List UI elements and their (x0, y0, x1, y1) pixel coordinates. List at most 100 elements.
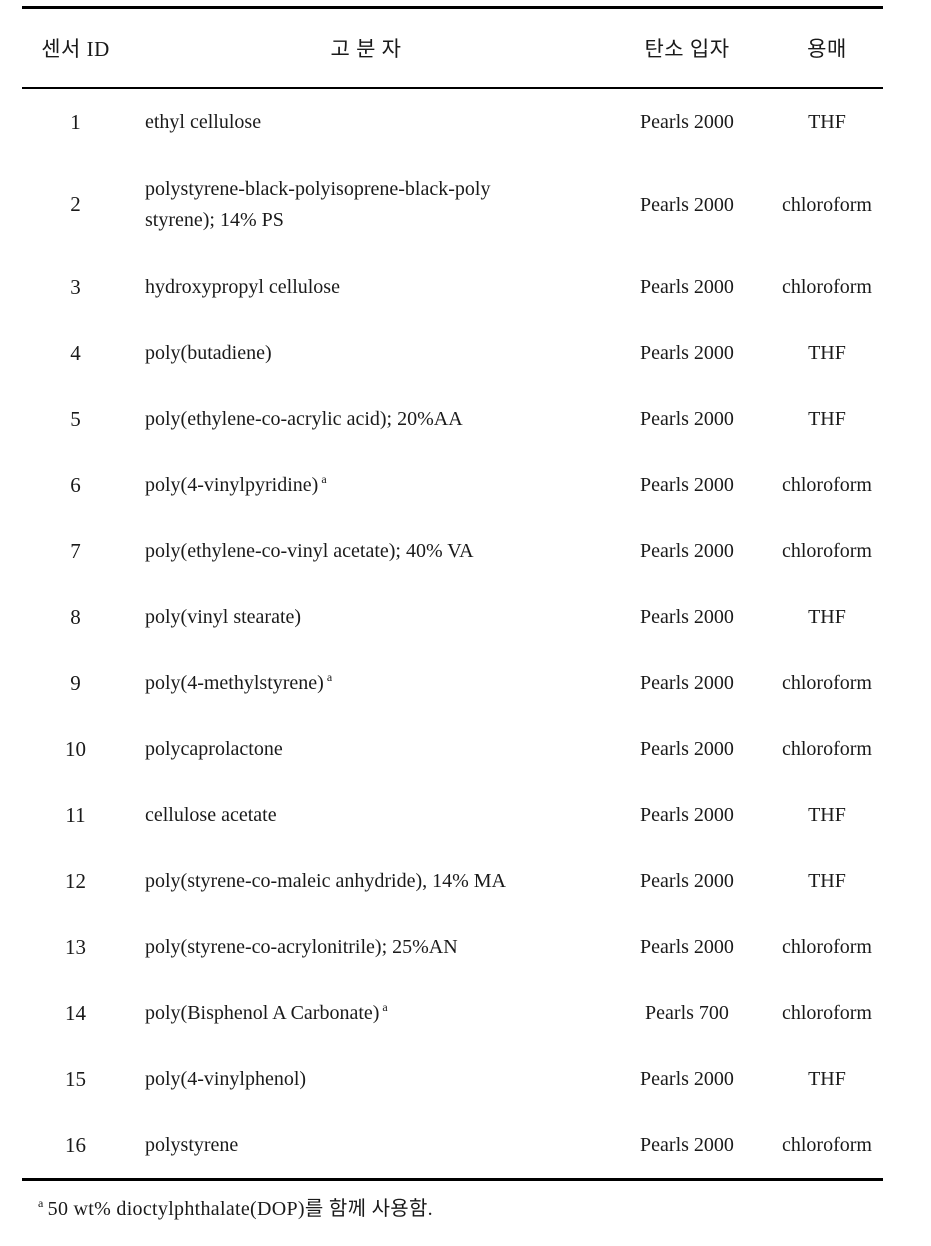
footnote-mark-icon: a (321, 471, 327, 486)
cell-solvent: THF (808, 1068, 846, 1090)
table-row: 4 poly(butadiene) Pearls 2000 THF (22, 320, 883, 386)
cell-carbon-particle: Pearls 2000 (640, 408, 734, 430)
table-header: 센서 ID 고 분 자 탄소 입자 용매 (22, 9, 883, 87)
cell-polymer: poly(vinyl stearate) (129, 584, 603, 650)
table-row: 16 polystyrene Pearls 2000 chloroform (22, 1112, 883, 1178)
cell-sensor-id: 9 (70, 670, 81, 695)
cell-carbon-particle: Pearls 2000 (640, 193, 734, 216)
cell-sensor-id: 8 (70, 604, 81, 629)
cell-solvent: chloroform (782, 540, 872, 562)
cell-polymer: poly(ethylene-co-acrylic acid); 20%AA (129, 386, 603, 452)
cell-carbon-particle: Pearls 2000 (640, 1068, 734, 1090)
cell-sensor-id: 10 (65, 736, 86, 761)
table-footnote: a 50 wt% dioctylphthalate(DOP)를 함께 사용함. (38, 1192, 433, 1221)
table-row: 13 poly(styrene-co-acrylonitrile); 25%AN P… (22, 914, 883, 980)
polymer-line: poly(ethylene-co-acrylic acid); 20%AA (145, 407, 463, 430)
cell-solvent: chloroform (782, 738, 872, 760)
cell-polymer: cellulose acetate (129, 782, 603, 848)
table-row: 3 hydroxypropyl cellulose Pearls 2000 chlor… (22, 254, 883, 320)
cell-carbon-particle: Pearls 2000 (640, 606, 734, 628)
cell-polymer: polycaprolactone (129, 716, 603, 782)
table-row: 2 polystyrene-black-polyisoprene-black-po… (22, 155, 883, 254)
footnote-mark-icon: a (326, 669, 333, 684)
table-row: 10 polycaprolactone Pearls 2000 chloroform (22, 716, 883, 782)
cell-solvent: chloroform (782, 1002, 872, 1024)
polymer-line: polycaprolactone (145, 737, 283, 760)
cell-sensor-id: 14 (65, 1000, 86, 1025)
table-row: 12 poly(styrene-co-maleic anhydride), 14%… (22, 848, 883, 914)
cell-polymer: poly(4-vinylpyridine) a (129, 452, 603, 518)
cell-solvent: THF (808, 804, 846, 826)
cell-polymer: polystyrene (129, 1112, 603, 1178)
polymer-line: ethyl cellulose (145, 110, 262, 133)
polymer-line: poly(styrene-co-maleic anhydride), 14% M… (145, 869, 506, 892)
table: 센서 ID 고 분 자 탄소 입자 용매 (22, 9, 883, 87)
cell-solvent: THF (808, 606, 846, 628)
cell-solvent: chloroform (782, 1134, 872, 1156)
table-row: 14 poly(Bisphenol A Carbonate) a Pearls 700… (22, 980, 883, 1046)
column-header-carbon: 탄소 입자 (644, 37, 730, 61)
cell-polymer: poly(butadiene) (129, 320, 603, 386)
table-row: 8 poly(vinyl stearate) Pearls 2000 THF (22, 584, 883, 650)
cell-polymer: polystyrene-black-polyisoprene-black-pol… (129, 155, 603, 254)
table-row: 6 poly(4-vinylpyridine) a Pearls 2000 chloro… (22, 452, 883, 518)
cell-polymer: poly(styrene-co-acrylonitrile); 25%AN (129, 914, 603, 980)
polymer-line: styrene); 14% PS (145, 208, 284, 231)
cell-polymer: poly(Bisphenol A Carbonate) a (129, 980, 603, 1046)
polymer-line: polystyrene-black-polyisoprene-black-pol… (145, 177, 491, 200)
cell-sensor-id: 1 (70, 109, 81, 134)
polymer-line: poly(styrene-co-acrylonitrile); 25%AN (145, 935, 458, 958)
cell-carbon-particle: Pearls 2000 (640, 1134, 734, 1156)
polymer-line: polystyrene (145, 1133, 239, 1156)
cell-sensor-id: 7 (70, 538, 81, 563)
table-row: 15 poly(4-vinylphenol) Pearls 2000 THF (22, 1046, 883, 1112)
polymer-line: poly(vinyl stearate) (145, 605, 302, 628)
cell-solvent: THF (808, 408, 846, 430)
cell-solvent: chloroform (782, 193, 872, 216)
polymer-line: poly(4-methylstyrene) (145, 671, 324, 694)
cell-carbon-particle: Pearls 2000 (640, 936, 734, 958)
cell-sensor-id: 15 (65, 1066, 86, 1091)
cell-sensor-id: 16 (65, 1132, 86, 1157)
polymer-line: poly(Bisphenol A Carbonate) (145, 1001, 380, 1024)
table-page: 센서 ID 고 분 자 탄소 입자 용매 1 ethyl cellulose Pea… (0, 0, 931, 1246)
cell-sensor-id: 3 (70, 274, 81, 299)
cell-polymer: poly(4-methylstyrene) a (129, 650, 603, 716)
cell-solvent: chloroform (782, 936, 872, 958)
table-body-wrapper: 1 ethyl cellulose Pearls 2000 THF 2 polystyre… (22, 89, 883, 1178)
polymer-line: hydroxypropyl cellulose (145, 275, 340, 298)
cell-carbon-particle: Pearls 2000 (640, 474, 734, 496)
cell-carbon-particle: Pearls 2000 (640, 870, 734, 892)
sensor-polymer-table: 센서 ID 고 분 자 탄소 입자 용매 1 ethyl cellulose Pea… (22, 6, 883, 1181)
polymer-line: poly(4-vinylpyridine) (145, 473, 319, 496)
table-row: 9 poly(4-methylstyrene) a Pearls 2000 chloro… (22, 650, 883, 716)
cell-sensor-id: 11 (65, 802, 86, 827)
cell-sensor-id: 5 (70, 406, 81, 431)
cell-carbon-particle: Pearls 700 (645, 1002, 729, 1024)
cell-sensor-id: 6 (70, 472, 81, 497)
polymer-line: poly(butadiene) (145, 341, 272, 364)
cell-sensor-id: 4 (70, 340, 81, 365)
cell-sensor-id: 2 (70, 192, 81, 216)
cell-polymer: hydroxypropyl cellulose (129, 254, 603, 320)
cell-carbon-particle: Pearls 2000 (640, 111, 734, 133)
header-row: 센서 ID 고 분 자 탄소 입자 용매 (22, 9, 883, 87)
cell-polymer: poly(ethylene-co-vinyl acetate); 40% VA (129, 518, 603, 584)
cell-carbon-particle: Pearls 2000 (640, 342, 734, 364)
table-row: 5 poly(ethylene-co-acrylic acid); 20%AA Pe… (22, 386, 883, 452)
cell-polymer: poly(styrene-co-maleic anhydride), 14% M… (129, 848, 603, 914)
column-header-solvent: 용매 (807, 37, 847, 61)
polymer-line: cellulose acetate (145, 803, 277, 826)
table-bottom-rule (22, 1178, 883, 1181)
cell-sensor-id: 13 (65, 934, 86, 959)
footnote-text: 50 wt% dioctylphthalate(DOP)를 함께 사용함. (47, 1198, 433, 1220)
table-row: 7 poly(ethylene-co-vinyl acetate); 40% VA… (22, 518, 883, 584)
polymer-line: poly(ethylene-co-vinyl acetate); 40% VA (145, 539, 474, 562)
column-header-polymer: 고 분 자 (330, 37, 402, 61)
cell-solvent: THF (808, 111, 846, 133)
cell-carbon-particle: Pearls 2000 (640, 804, 734, 826)
cell-solvent: chloroform (782, 276, 872, 298)
polymer-line: poly(4-vinylphenol) (145, 1067, 307, 1090)
column-header-sensor-id: 센서 ID (41, 37, 110, 61)
cell-carbon-particle: Pearls 2000 (640, 672, 734, 694)
